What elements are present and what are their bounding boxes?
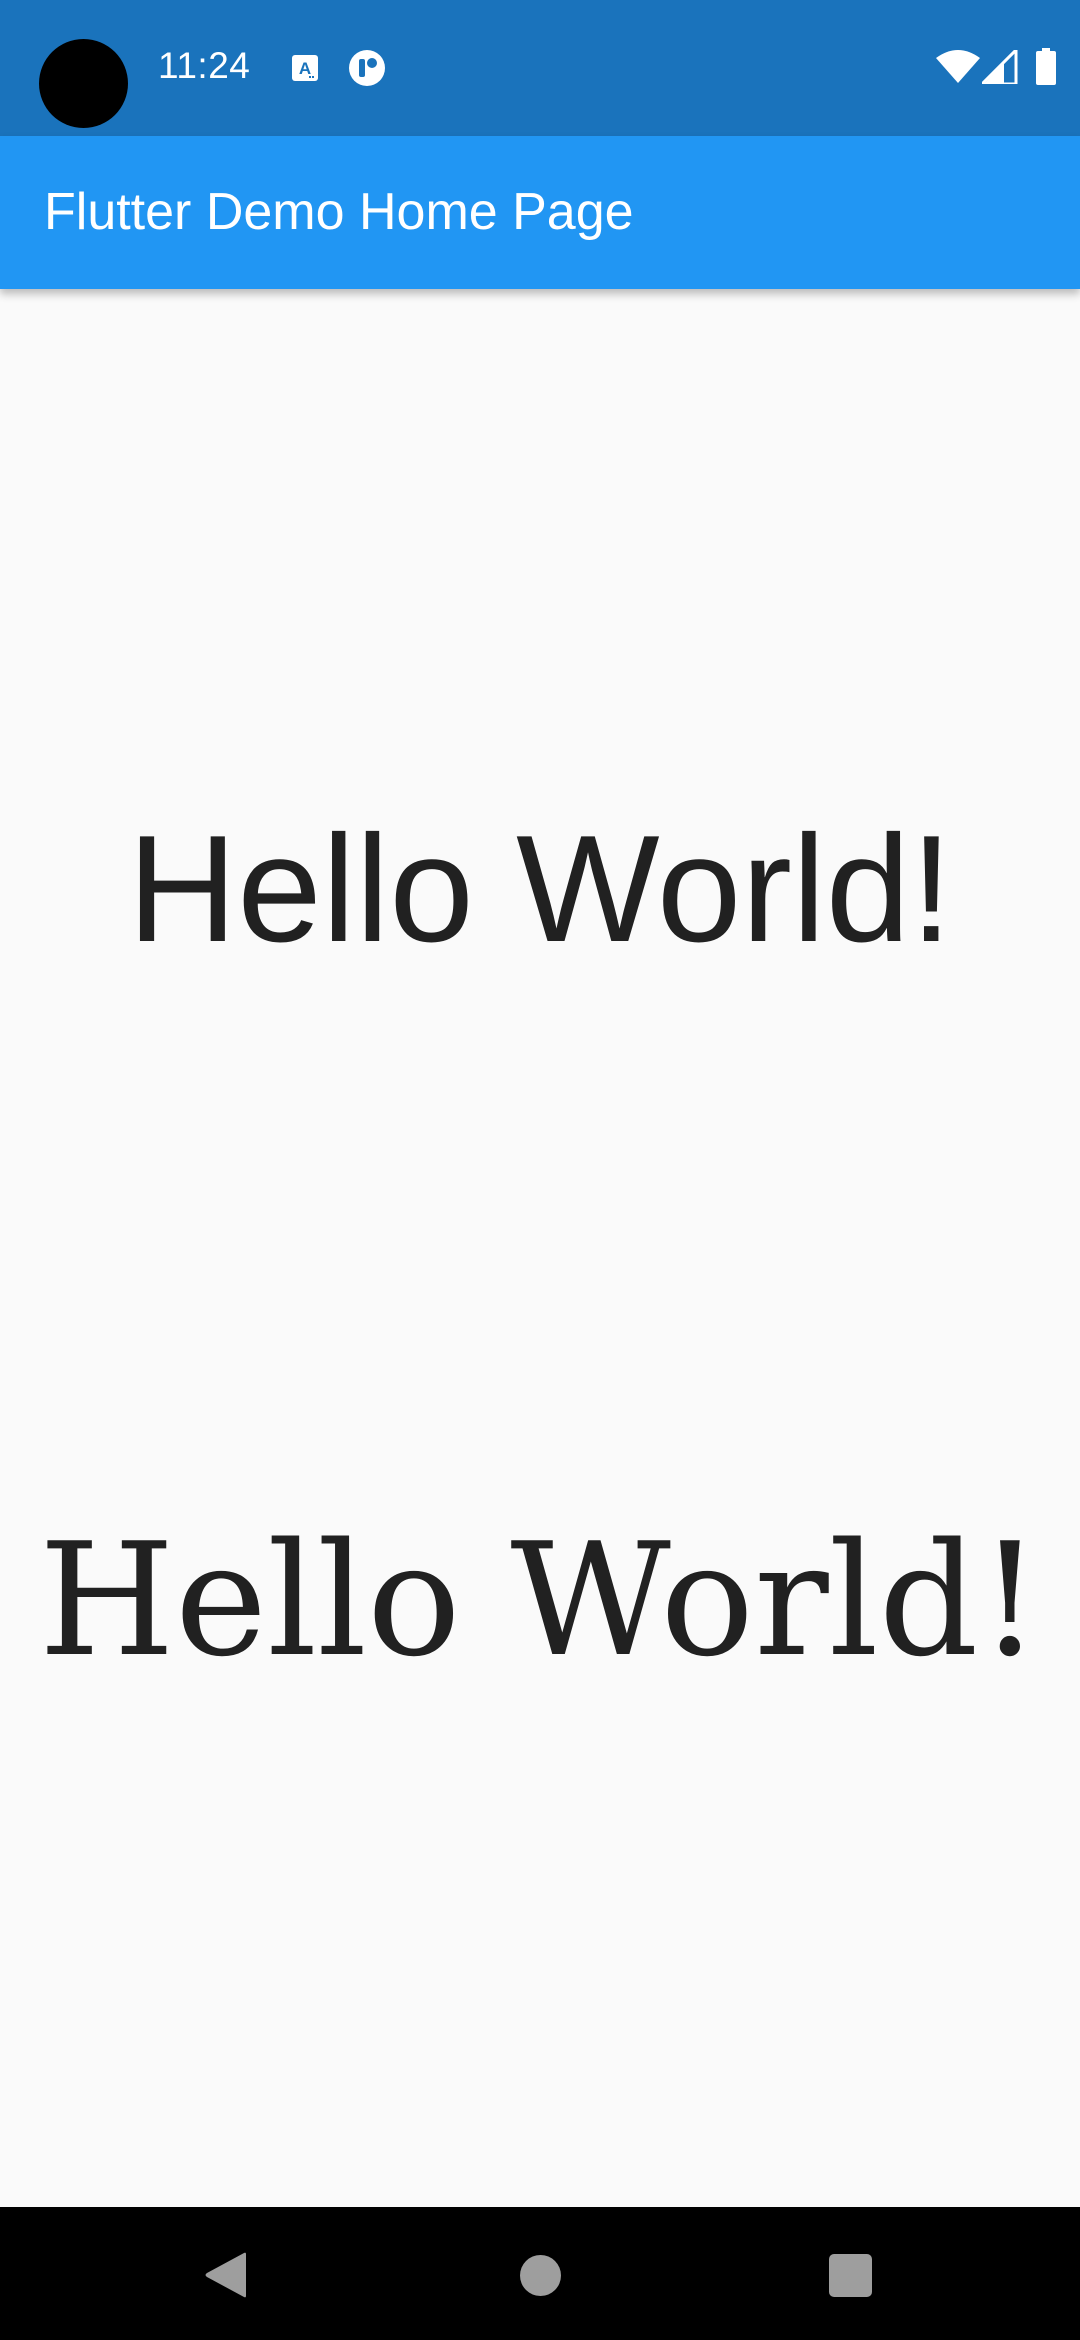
r-app-notification-icon (349, 50, 385, 86)
greeting-text-sans: Hello World! (127, 804, 953, 974)
wifi-icon (936, 50, 980, 83)
status-bar: 11:24 A (0, 0, 1080, 136)
status-time: 11:24 (158, 45, 251, 86)
cell-signal-icon (982, 50, 1018, 84)
camera-cutout (39, 39, 128, 128)
recents-icon[interactable] (829, 2254, 872, 2297)
navigation-bar (0, 2207, 1080, 2340)
app-title: Flutter Demo Home Page (44, 183, 634, 241)
greeting-text-serif: Hello World! (38, 1509, 1042, 1691)
battery-icon (1036, 48, 1056, 85)
text-a-notification-icon: A (292, 55, 318, 81)
back-icon[interactable] (204, 2252, 248, 2298)
main-content: Hello World! Hello World! (0, 289, 1080, 2207)
svg-text:A: A (299, 59, 311, 78)
home-icon[interactable] (520, 2255, 561, 2296)
app-bar: Flutter Demo Home Page (0, 136, 1080, 289)
